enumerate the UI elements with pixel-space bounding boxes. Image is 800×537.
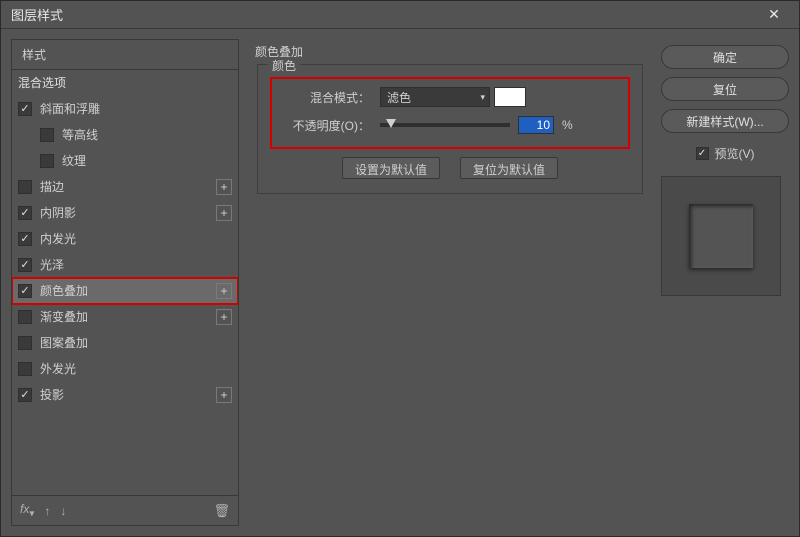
add-icon[interactable]: + <box>216 283 232 299</box>
add-icon[interactable]: + <box>216 205 232 221</box>
close-button[interactable]: ✕ <box>759 6 789 23</box>
preview-swatch <box>689 204 753 268</box>
checkbox-icon[interactable] <box>18 102 32 116</box>
style-item-color-overlay[interactable]: 颜色叠加 + <box>12 278 238 304</box>
styles-panel: 样式 混合选项 斜面和浮雕 等高线 纹理 <box>11 39 239 526</box>
trash-icon[interactable]: 🗑 <box>213 503 230 519</box>
checkbox-icon[interactable] <box>18 284 32 298</box>
titlebar: 图层样式 ✕ <box>1 1 799 29</box>
checkbox-icon[interactable] <box>18 232 32 246</box>
styles-header[interactable]: 样式 <box>12 40 238 70</box>
percent-unit: % <box>562 118 573 132</box>
add-icon[interactable]: + <box>216 387 232 403</box>
checkbox-icon[interactable] <box>40 128 54 142</box>
style-item-pattern-overlay[interactable]: 图案叠加 <box>12 330 238 356</box>
blend-options-row[interactable]: 混合选项 <box>12 70 238 96</box>
opacity-label: 不透明度(O)： <box>280 117 370 134</box>
new-style-button[interactable]: 新建样式(W)... <box>661 109 789 133</box>
blend-mode-dropdown[interactable]: 滤色 ▾ <box>380 87 490 107</box>
fieldset-label: 颜色 <box>268 57 300 74</box>
fx-menu[interactable]: fx▾ <box>20 502 34 519</box>
checkbox-icon[interactable] <box>18 258 32 272</box>
chevron-down-icon: ▾ <box>480 92 485 103</box>
opacity-input[interactable]: 10 <box>518 116 554 134</box>
style-item-inner-glow[interactable]: 内发光 <box>12 226 238 252</box>
style-item-stroke[interactable]: 描边 + <box>12 174 238 200</box>
checkbox-icon[interactable] <box>18 180 32 194</box>
reset-default-button[interactable]: 复位为默认值 <box>460 157 558 179</box>
blend-mode-label: 混合模式： <box>280 89 370 106</box>
styles-footer: fx▾ ↑ ↓ 🗑 <box>12 495 238 525</box>
arrow-up-icon[interactable]: ↑ <box>44 504 50 518</box>
add-icon[interactable]: + <box>216 179 232 195</box>
checkbox-icon[interactable] <box>18 388 32 402</box>
style-item-gradient-overlay[interactable]: 渐变叠加 + <box>12 304 238 330</box>
style-item-contour[interactable]: 等高线 <box>12 122 238 148</box>
slider-thumb-icon[interactable] <box>386 119 396 128</box>
color-fieldset: 颜色 混合模式： 滤色 ▾ 不透明度(O)： <box>257 64 643 194</box>
style-item-outer-glow[interactable]: 外发光 <box>12 356 238 382</box>
cancel-button[interactable]: 复位 <box>661 77 789 101</box>
checkbox-icon[interactable] <box>18 206 32 220</box>
options-panel: 颜色叠加 颜色 混合模式： 滤色 ▾ 不透明度(O)： <box>249 39 651 526</box>
dialog-title: 图层样式 <box>11 5 759 24</box>
highlighted-options: 混合模式： 滤色 ▾ 不透明度(O)： 10 <box>270 77 630 149</box>
checkbox-icon[interactable] <box>696 147 709 160</box>
style-item-drop-shadow[interactable]: 投影 + <box>12 382 238 408</box>
actions-panel: 确定 复位 新建样式(W)... 预览(V) <box>661 39 789 526</box>
style-item-bevel[interactable]: 斜面和浮雕 <box>12 96 238 122</box>
checkbox-icon[interactable] <box>40 154 54 168</box>
checkbox-icon[interactable] <box>18 336 32 350</box>
checkbox-icon[interactable] <box>18 310 32 324</box>
preview-checkbox[interactable]: 预览(V) <box>661 145 789 162</box>
opacity-slider[interactable] <box>380 123 510 127</box>
set-default-button[interactable]: 设置为默认值 <box>342 157 440 179</box>
add-icon[interactable]: + <box>216 309 232 325</box>
checkbox-icon[interactable] <box>18 362 32 376</box>
preview-thumbnail <box>661 176 781 296</box>
color-swatch[interactable] <box>494 87 526 107</box>
ok-button[interactable]: 确定 <box>661 45 789 69</box>
arrow-down-icon[interactable]: ↓ <box>60 504 66 518</box>
style-item-inner-shadow[interactable]: 内阴影 + <box>12 200 238 226</box>
style-item-satin[interactable]: 光泽 <box>12 252 238 278</box>
section-title: 颜色叠加 <box>255 43 643 60</box>
style-item-texture[interactable]: 纹理 <box>12 148 238 174</box>
